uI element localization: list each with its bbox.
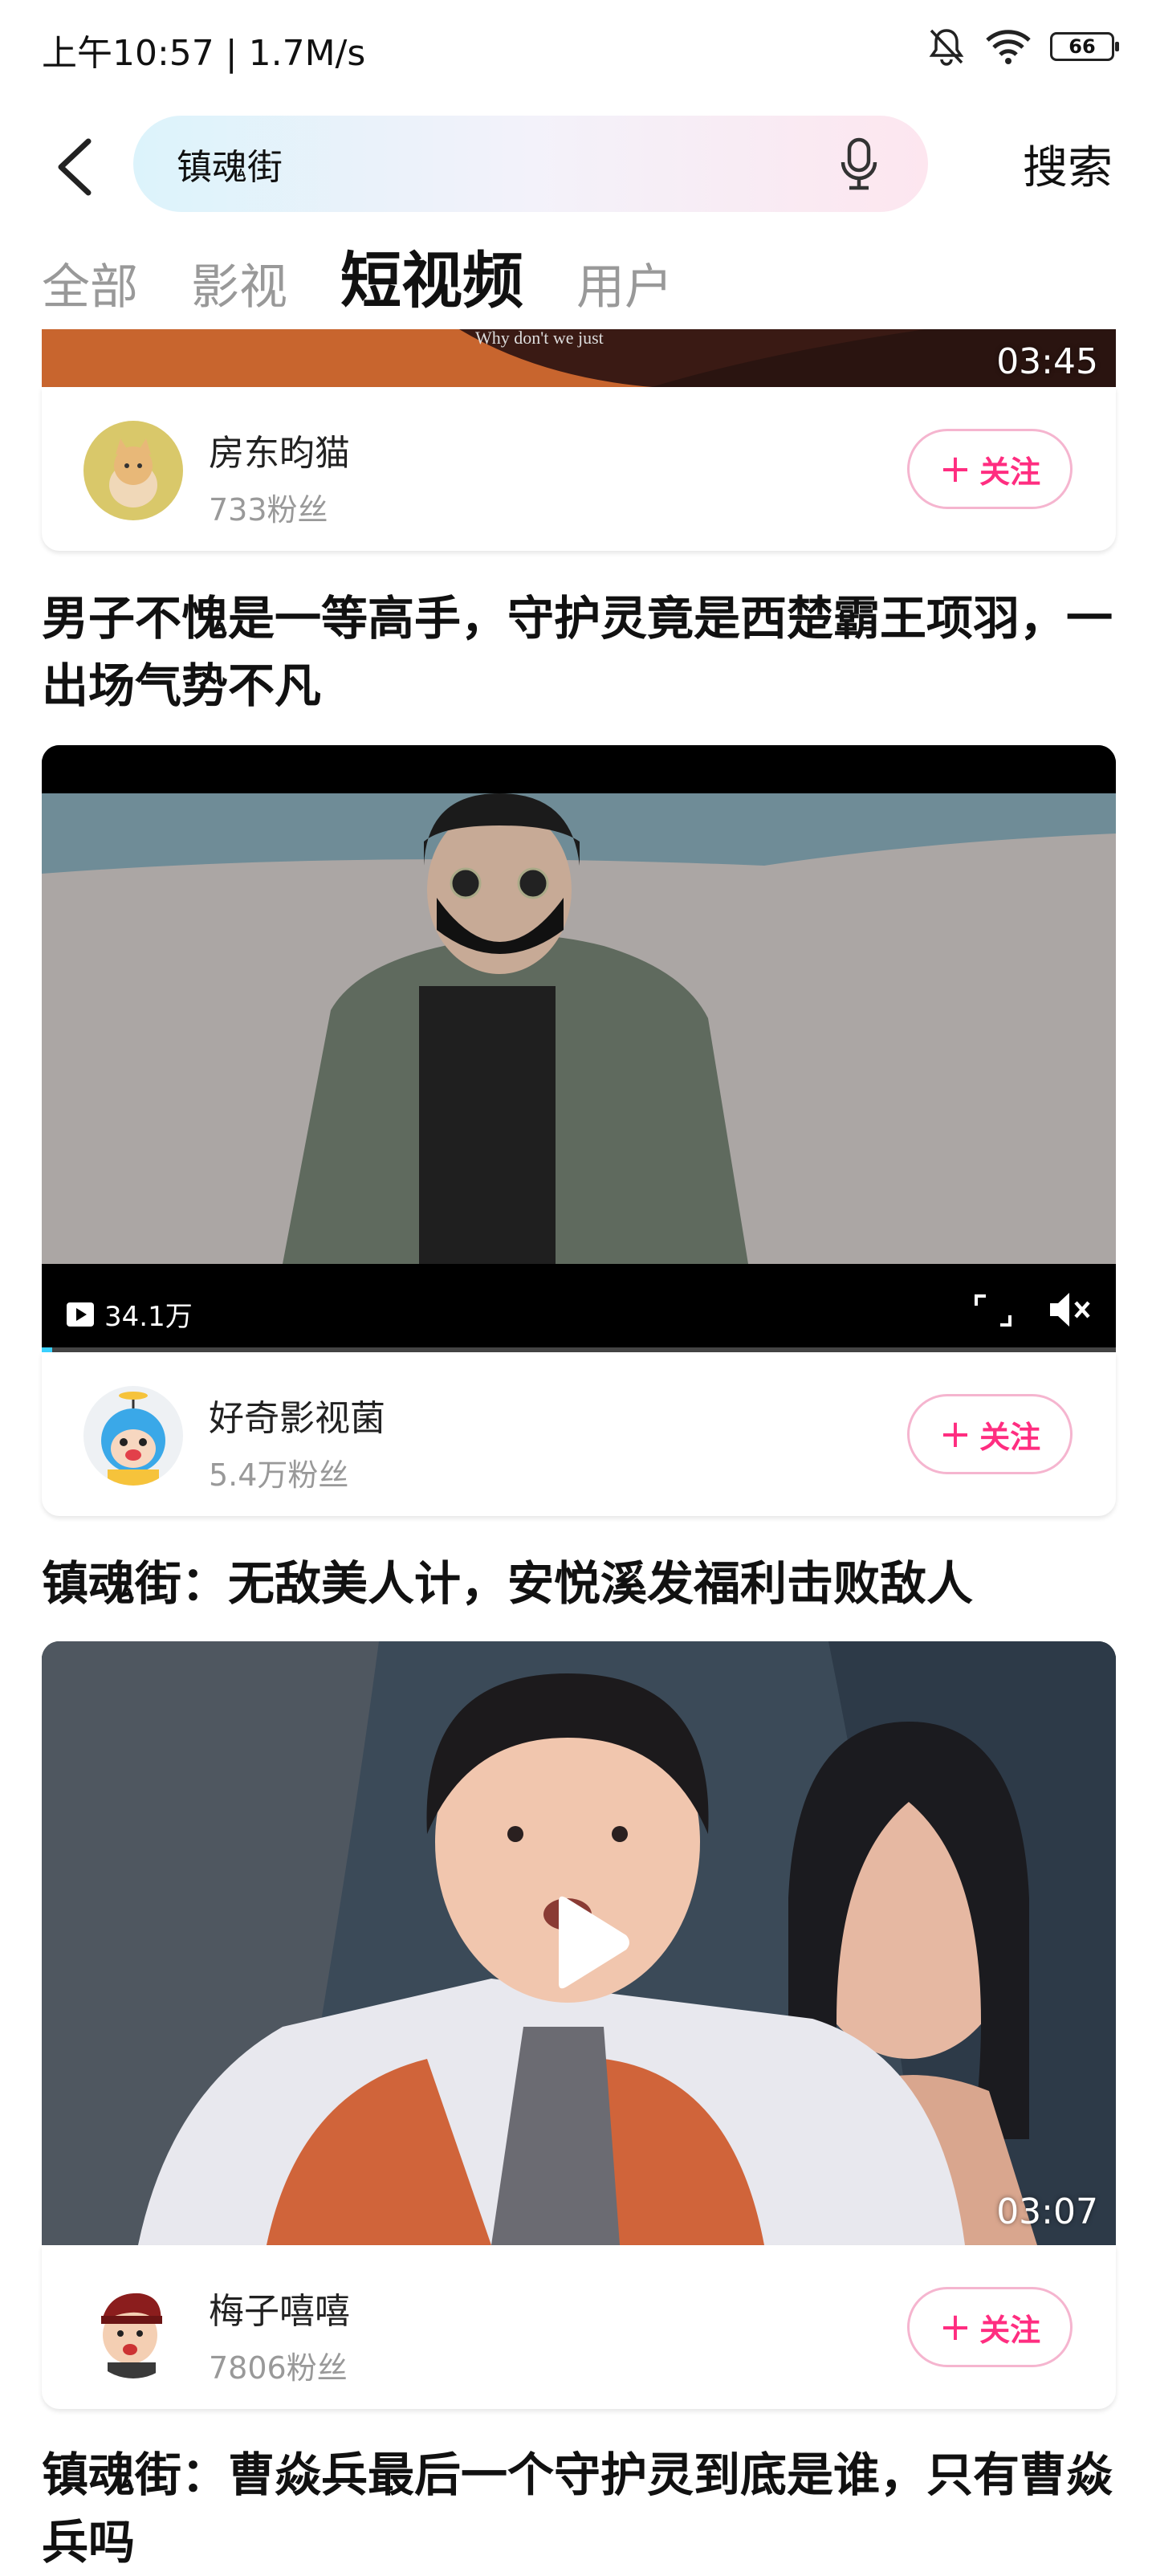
battery-icon: 66 xyxy=(1050,32,1119,61)
cat-avatar-icon xyxy=(83,421,183,520)
mute-bell-icon xyxy=(929,29,964,66)
fullscreen-icon[interactable] xyxy=(975,1294,1012,1327)
author-name[interactable]: 房东昀猫 xyxy=(209,424,350,475)
tab-all[interactable]: 全部 xyxy=(42,263,138,312)
author-name[interactable]: 梅子嘻嘻 xyxy=(209,2282,350,2333)
video-subtitle: Why don't we just xyxy=(475,329,604,348)
follow-label: 关注 xyxy=(979,1419,1041,1455)
avatar[interactable] xyxy=(83,1386,183,1486)
tab-film[interactable]: 影视 xyxy=(191,263,287,312)
follow-button[interactable]: + 关注 xyxy=(907,1394,1073,1474)
wifi-icon xyxy=(986,30,1031,64)
author-card[interactable]: 房东昀猫 733粉丝 + 关注 xyxy=(42,387,1116,551)
author-fans: 7806粉丝 xyxy=(209,2350,348,2386)
tab-bar: 全部 影视 短视频 用户 xyxy=(42,251,673,312)
author-card[interactable]: 梅子嘻嘻 7806粉丝 + 关注 xyxy=(42,2245,1116,2409)
tab-users[interactable]: 用户 xyxy=(576,263,673,312)
status-time: 上午10:57 | 1.7M/s xyxy=(42,33,366,74)
video-title[interactable]: 男子不愧是一等高手，守护灵竟是西楚霸王项羽，一出场气势不凡 xyxy=(42,585,1117,719)
play-count-icon xyxy=(67,1302,94,1327)
search-button[interactable]: 搜索 xyxy=(1023,132,1113,197)
video-thumbnail[interactable]: Why don't we just 03:45 xyxy=(42,329,1116,387)
plus-icon: + xyxy=(938,446,972,491)
plus-icon: + xyxy=(938,2305,972,2350)
video-frame xyxy=(42,745,1116,1352)
video-title[interactable]: 镇魂街：曹焱兵最后一个守护灵到底是谁，只有曹焱兵吗 xyxy=(42,2441,1117,2576)
video-duration: 03:45 xyxy=(996,341,1098,382)
follow-button[interactable]: + 关注 xyxy=(907,2287,1073,2367)
video-controls: 34.1万 xyxy=(42,1264,1116,1352)
video-duration: 03:07 xyxy=(996,2191,1098,2232)
status-icons: 66 xyxy=(926,26,1119,67)
view-count-text: 34.1万 xyxy=(104,1301,193,1333)
follow-label: 关注 xyxy=(979,454,1041,490)
avatar[interactable] xyxy=(83,421,183,520)
back-button[interactable] xyxy=(53,135,101,199)
tab-short-video[interactable]: 短视频 xyxy=(340,251,523,312)
video-player[interactable]: 34.1万 xyxy=(42,745,1116,1352)
author-fans: 5.4万粉丝 xyxy=(209,1457,349,1493)
author-name[interactable]: 好奇影视菌 xyxy=(209,1389,385,1441)
cartoon-avatar-icon xyxy=(83,1386,183,1486)
follow-button[interactable]: + 关注 xyxy=(907,429,1073,509)
chevron-left-icon xyxy=(58,138,92,196)
play-icon[interactable] xyxy=(539,1890,636,1995)
video-title[interactable]: 镇魂街：无敌美人计，安悦溪发福利击败敌人 xyxy=(42,1550,1117,1617)
video-thumbnail[interactable]: 03:07 xyxy=(42,1641,1116,2245)
view-count: 34.1万 xyxy=(66,1294,193,1334)
microphone-icon[interactable] xyxy=(838,137,880,193)
plus-icon: + xyxy=(938,1412,972,1457)
avatar[interactable] xyxy=(83,2279,183,2378)
search-input[interactable] xyxy=(177,143,819,184)
author-fans: 733粉丝 xyxy=(209,492,328,528)
cartoon-avatar-icon xyxy=(83,2279,183,2378)
search-box[interactable] xyxy=(133,116,928,212)
follow-label: 关注 xyxy=(979,2312,1041,2348)
author-card[interactable]: 好奇影视菌 5.4万粉丝 + 关注 xyxy=(42,1352,1116,1516)
mute-icon[interactable] xyxy=(1047,1290,1092,1330)
